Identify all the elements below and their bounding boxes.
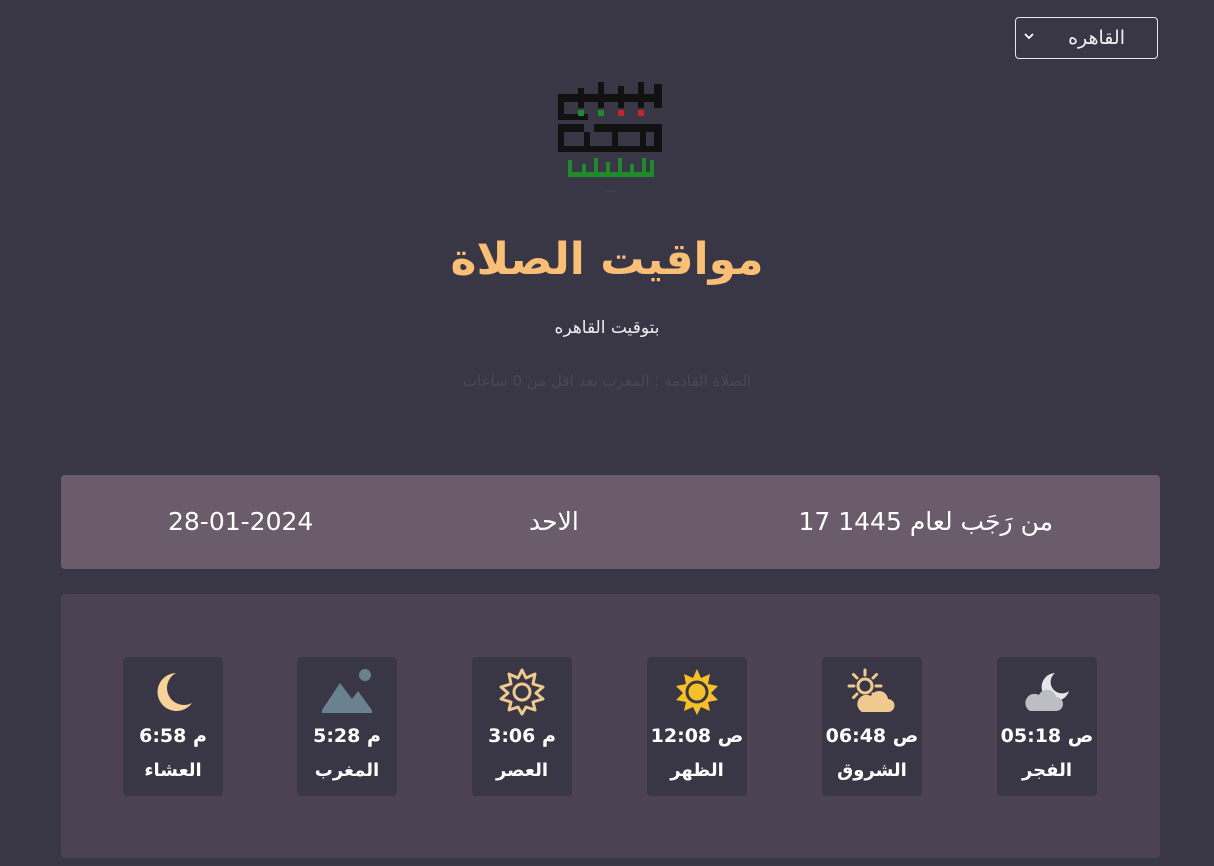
prayer-card-fajr: 05:18 ص الفجر: [997, 657, 1097, 796]
date-bar: 17 من رَجَب لعام 1445 الاحد 28-01-2024: [61, 475, 1160, 569]
prayer-time: 06:48 ص: [825, 725, 919, 747]
sun-outline-icon: [499, 668, 545, 716]
prayer-name: الظهر: [670, 760, 724, 781]
prayer-times-panel: 05:18 ص الفجر 06:48 ص الشروق 12:08 ص الظ…: [61, 594, 1160, 858]
prayer-name: العصر: [495, 760, 549, 781]
city-select[interactable]: القاهره: [1015, 17, 1158, 59]
prayer-name: الشروق: [837, 760, 907, 781]
prayer-card-asr: 3:06 م العصر: [472, 657, 572, 796]
prayer-time: 12:08 ص: [650, 725, 744, 747]
svg-text:لاغالب إلا الله: لاغالب إلا الله: [604, 190, 615, 193]
prayer-card-dhuhr: 12:08 ص الظهر: [647, 657, 747, 796]
prayer-time: 5:28 م: [313, 725, 381, 747]
hijri-date: 17 من رَجَب لعام 1445: [798, 507, 1053, 536]
prayer-name: العشاء: [144, 760, 202, 781]
prayer-name: المغرب: [314, 760, 380, 781]
sun-icon: [676, 669, 718, 715]
gregorian-date: 28-01-2024: [168, 507, 314, 536]
prayer-card-sunrise: 06:48 ص الشروق: [822, 657, 922, 796]
prayer-card-maghrib: 5:28 م المغرب: [297, 657, 397, 796]
prayer-time: 3:06 م: [488, 725, 556, 747]
page-title: مواقيت الصلاة: [450, 234, 764, 285]
prayer-name: الفجر: [1021, 760, 1073, 781]
chevron-down-icon: [1024, 33, 1034, 40]
weekday: الاحد: [529, 507, 579, 536]
prayer-card-isha: 6:58 م العشاء: [123, 657, 223, 796]
palestine-calligraphy-logo: لاغالب إلا الله: [558, 82, 662, 193]
crescent-moon-icon: [157, 673, 192, 711]
city-select-value: القاهره: [1068, 27, 1125, 49]
next-prayer-notice: الصلاة القادمة : المغرب بعد اقل من 0 ساع…: [462, 372, 752, 390]
timezone-subtitle: بتوقيت القاهره: [554, 318, 660, 338]
moon-cloud-icon: [1025, 673, 1069, 711]
prayer-time: 05:18 ص: [1000, 725, 1094, 747]
mountain-icon: [322, 669, 372, 713]
prayer-time: 6:58 م: [139, 725, 207, 747]
sun-cloud-icon: [847, 668, 895, 712]
